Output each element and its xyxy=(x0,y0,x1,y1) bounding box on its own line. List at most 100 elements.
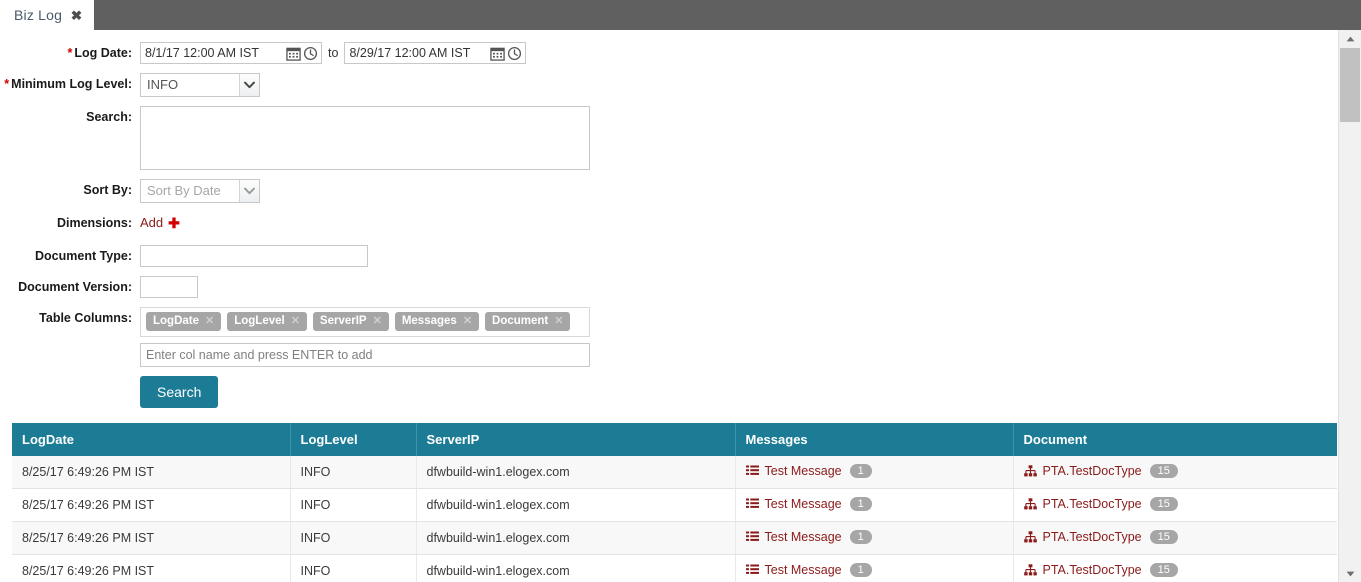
sort-by-select[interactable]: Sort By Date xyxy=(140,179,260,203)
log-date-to-icons xyxy=(490,43,525,63)
column-header-loglevel[interactable]: LogLevel xyxy=(290,423,417,456)
field-row-dimensions: Dimensions: Add ✚ xyxy=(0,212,1338,234)
log-date-controls: to xyxy=(140,42,1338,64)
calendar-icon[interactable] xyxy=(490,46,506,61)
document-link[interactable]: PTA.TestDocType xyxy=(1043,497,1142,511)
messages-link[interactable]: Test Message xyxy=(765,563,842,577)
table-column-tag[interactable]: LogDate ✕ xyxy=(146,312,222,331)
table-row[interactable]: 8/25/17 6:49:26 PM IST INFO dfwbuild-win… xyxy=(12,456,1337,489)
document-count-badge: 15 xyxy=(1149,497,1178,511)
table-column-tag[interactable]: Messages ✕ xyxy=(394,312,480,331)
cell-serverip: dfwbuild-win1.elogex.com xyxy=(416,488,736,522)
table-row[interactable]: 8/25/17 6:49:26 PM IST INFO dfwbuild-win… xyxy=(12,521,1337,555)
cell-logdate: 8/25/17 6:49:26 PM IST xyxy=(12,456,291,489)
field-row-document-version: Document Version: xyxy=(0,276,1338,298)
chevron-down-icon[interactable] xyxy=(239,74,259,96)
scroll-up-button[interactable] xyxy=(1339,30,1361,47)
sort-by-controls: Sort By Date xyxy=(140,179,1338,203)
column-header-document[interactable]: Document xyxy=(1013,423,1337,456)
column-header-messages[interactable]: Messages xyxy=(735,423,1014,456)
results-header-row: LogDate LogLevel ServerIP Messages Docum… xyxy=(12,423,1337,456)
tab-biz-log[interactable]: Biz Log ✖ xyxy=(0,0,95,30)
search-label: Search: xyxy=(86,110,132,124)
document-count-badge: 15 xyxy=(1149,464,1178,478)
log-date-label: * Log Date: xyxy=(67,46,132,60)
cell-loglevel: INFO xyxy=(290,488,417,522)
table-column-tag-label: Document xyxy=(492,315,549,327)
messages-link[interactable]: Test Message xyxy=(765,464,842,478)
field-row-log-date: *Log Date: to xyxy=(0,42,1338,64)
cell-messages: Test Message 1 xyxy=(735,488,1014,522)
add-dimension-button[interactable]: Add ✚ xyxy=(140,212,180,234)
column-header-serverip[interactable]: ServerIP xyxy=(416,423,736,456)
remove-icon[interactable]: ✕ xyxy=(554,316,563,327)
table-row[interactable]: 8/25/17 6:49:26 PM IST INFO dfwbuild-win… xyxy=(12,554,1337,582)
document-type-label: Document Type: xyxy=(35,249,132,263)
close-icon[interactable]: ✖ xyxy=(71,9,82,22)
cell-document: PTA.TestDocType 15 xyxy=(1013,456,1337,489)
table-columns-controls: LogDate ✕ LogLevel ✕ ServerIP ✕ Messages… xyxy=(140,307,1338,367)
min-log-level-value: INFO xyxy=(147,77,179,92)
search-form: *Log Date: to xyxy=(0,30,1338,408)
chevron-down-icon[interactable] xyxy=(239,180,259,202)
document-type-input[interactable] xyxy=(140,245,368,267)
log-date-to-field[interactable] xyxy=(344,42,527,64)
scrollbar-thumb[interactable] xyxy=(1340,48,1360,122)
min-log-level-select[interactable]: INFO xyxy=(140,73,260,97)
clock-icon[interactable] xyxy=(303,46,318,61)
document-count-badge: 15 xyxy=(1149,563,1178,577)
sort-by-label: Sort By: xyxy=(83,183,132,197)
sitemap-icon xyxy=(1023,465,1037,480)
document-link[interactable]: PTA.TestDocType xyxy=(1043,563,1142,577)
list-icon xyxy=(745,498,759,513)
log-date-from-input[interactable] xyxy=(141,43,286,63)
remove-icon[interactable]: ✕ xyxy=(463,316,472,327)
table-column-tag[interactable]: Document ✕ xyxy=(485,312,571,331)
scroll-down-button[interactable] xyxy=(1339,565,1361,582)
add-column-input[interactable] xyxy=(140,343,590,367)
column-header-logdate[interactable]: LogDate xyxy=(12,423,291,456)
min-log-level-controls: INFO xyxy=(140,73,1338,97)
remove-icon[interactable]: ✕ xyxy=(373,316,382,327)
messages-count-badge: 1 xyxy=(849,497,872,511)
date-range-separator: to xyxy=(328,46,339,60)
table-columns-label: Table Columns: xyxy=(39,311,132,325)
cell-logdate: 8/25/17 6:49:26 PM IST xyxy=(12,488,291,522)
results-table-wrapper: LogDate LogLevel ServerIP Messages Docum… xyxy=(12,423,1337,582)
search-input[interactable] xyxy=(140,106,590,170)
calendar-icon[interactable] xyxy=(286,46,301,61)
messages-count-badge: 1 xyxy=(849,530,872,544)
vertical-scrollbar[interactable] xyxy=(1338,30,1361,582)
clock-icon[interactable] xyxy=(507,46,522,61)
document-version-input[interactable] xyxy=(140,276,198,298)
table-column-tag[interactable]: LogLevel ✕ xyxy=(227,312,307,331)
table-column-tag[interactable]: ServerIP ✕ xyxy=(312,312,389,331)
document-link[interactable]: PTA.TestDocType xyxy=(1043,530,1142,544)
remove-icon[interactable]: ✕ xyxy=(291,316,300,327)
list-icon xyxy=(745,465,759,480)
dimensions-label: Dimensions: xyxy=(56,216,132,230)
search-button[interactable]: Search xyxy=(140,376,219,408)
messages-link[interactable]: Test Message xyxy=(765,497,842,511)
log-date-from-icons xyxy=(286,43,321,63)
results-table-body: 8/25/17 6:49:26 PM IST INFO dfwbuild-win… xyxy=(12,456,1337,582)
list-icon xyxy=(745,564,759,579)
table-column-tag-label: Messages xyxy=(401,315,457,327)
sitemap-icon xyxy=(1023,531,1037,546)
cell-messages: Test Message 1 xyxy=(735,456,1014,489)
log-date-to-input[interactable] xyxy=(345,43,491,63)
cell-logdate: 8/25/17 6:49:26 PM IST xyxy=(12,521,291,555)
messages-count-badge: 1 xyxy=(849,464,872,478)
document-version-controls xyxy=(140,276,1338,298)
remove-icon[interactable]: ✕ xyxy=(205,316,214,327)
field-row-table-columns: Table Columns: LogDate ✕ LogLevel ✕ Serv… xyxy=(0,307,1338,367)
cell-document: PTA.TestDocType 15 xyxy=(1013,554,1337,582)
required-marker: * xyxy=(4,77,10,91)
log-date-from-field[interactable] xyxy=(140,42,322,64)
cell-logdate: 8/25/17 6:49:26 PM IST xyxy=(12,554,291,582)
messages-link[interactable]: Test Message xyxy=(765,530,842,544)
tab-bar: Biz Log ✖ xyxy=(0,0,1361,30)
list-icon xyxy=(745,531,759,546)
table-row[interactable]: 8/25/17 6:49:26 PM IST INFO dfwbuild-win… xyxy=(12,488,1337,522)
document-link[interactable]: PTA.TestDocType xyxy=(1043,464,1142,478)
